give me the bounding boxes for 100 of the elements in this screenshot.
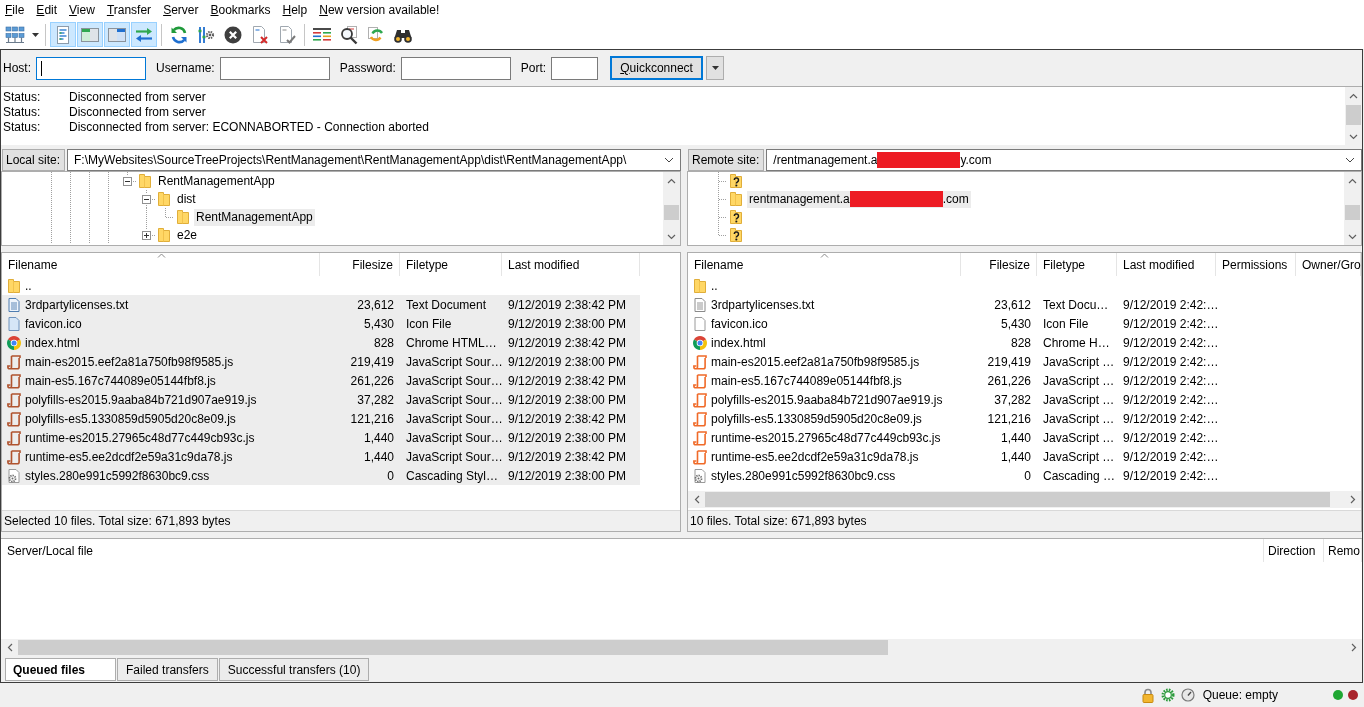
scroll-up-icon <box>1349 92 1358 99</box>
menu-item[interactable]: Help <box>277 0 315 20</box>
field-label: Password: <box>339 61 396 75</box>
column-header[interactable]: Last modified <box>1117 253 1216 276</box>
tab[interactable]: Successful transfers (10) <box>218 658 370 681</box>
dropdown-button[interactable] <box>706 56 725 80</box>
file-row[interactable]: polyfills-es5.1330859d5905d20c8e09.js 121,216 JavaScript … 9/12/2019 2:42:… <box>688 409 1361 428</box>
pane-status-text: Selected 10 files. Total size: 671,893 bytes <box>2 510 680 531</box>
modified-date: 9/12/2019 2:42:… <box>1123 335 1219 350</box>
menu-item[interactable]: Server <box>158 0 206 20</box>
file-row[interactable]: favicon.ico 5,430 Icon File 9/12/2019 2:42:… <box>688 314 1361 333</box>
tree-item[interactable]: RentManagementApp <box>194 208 315 226</box>
file-row[interactable]: polyfills-es2015.9aaba84b721d907ae919.js 37,282 JavaScript … 9/12/2019 2:42:… <box>688 390 1361 409</box>
column-header[interactable]: Filetype <box>1037 253 1117 276</box>
vertical-scrollbar[interactable] <box>663 172 680 245</box>
modified-date: 9/12/2019 2:42:… <box>1123 373 1219 388</box>
input-field[interactable] <box>219 56 330 80</box>
file-row[interactable]: main-es5.167c744089e05144fbf8.js 261,226 JavaScript Sour… 9/12/2019 2:38:42 PM <box>2 371 640 390</box>
quickconnect-button[interactable]: Quickconnect <box>610 56 704 80</box>
horizontal-scrollbar[interactable] <box>1 639 1362 656</box>
modified-date: 9/12/2019 2:42:… <box>1123 449 1219 464</box>
tab[interactable]: Failed transfers <box>117 658 218 681</box>
tree-item[interactable]: e2e <box>175 226 200 244</box>
menu-item[interactable]: Transfer <box>101 0 159 20</box>
scrollbar-thumb[interactable] <box>705 492 1330 507</box>
pane-status-text: 10 files. Total size: 671,893 bytes <box>688 510 1361 531</box>
column-header[interactable]: Server/Local file <box>1 539 1264 562</box>
input-field[interactable] <box>551 56 599 80</box>
file-row[interactable]: runtime-es5.ee2dcdf2e59a31c9da78.js 1,440 JavaScript Sour… 9/12/2019 2:38:42 PM <box>2 447 640 466</box>
file-name: .. <box>711 278 718 293</box>
column-header[interactable]: Remo <box>1324 539 1362 562</box>
collapse-icon[interactable] <box>142 195 151 204</box>
scroll-down-icon <box>667 233 676 240</box>
file-row[interactable]: polyfills-es5.1330859d5905d20c8e09.js 121,216 JavaScript Sour… 9/12/2019 2:38:42 PM <box>2 409 640 428</box>
folder-icon <box>156 227 172 243</box>
folder-icon <box>6 277 22 294</box>
file-row[interactable]: polyfills-es2015.9aaba84b721d907ae919.js 37,282 JavaScript Sour… 9/12/2019 2:38:00 PM <box>2 390 640 409</box>
horizontal-scrollbar[interactable] <box>688 491 1361 508</box>
path-combobox[interactable]: F:\MyWebsites\SourceTreeProjects\RentManagement\RentManagementApp\dist\RentManagementApp\ <box>67 149 681 171</box>
file-row[interactable]: main-es5.167c744089e05144fbf8.js 261,226 JavaScript … 9/12/2019 2:42:… <box>688 371 1361 390</box>
file-row[interactable]: styles.280e991c5992f8630bc9.css 0 Cascading … 9/12/2019 2:42:… <box>688 466 1361 485</box>
file-row[interactable]: .. <box>688 276 1361 295</box>
text-cursor-icon <box>41 60 42 76</box>
column-header[interactable]: Last modified <box>502 253 640 276</box>
file-row[interactable]: 3rdpartylicenses.txt 23,612 Text Document 9/12/2019 2:38:42 PM <box>2 295 640 314</box>
input-field[interactable] <box>36 56 146 80</box>
file-row[interactable]: main-es2015.eef2a81a750fb98f9585.js 219,419 JavaScript Sour… 9/12/2019 2:38:00 PM <box>2 352 640 371</box>
file-row[interactable]: index.html 828 Chrome H… 9/12/2019 2:42:… <box>688 333 1361 352</box>
menu-item[interactable]: View <box>64 0 102 20</box>
input-field[interactable] <box>400 56 511 80</box>
file-type: Icon File <box>406 316 452 331</box>
column-header[interactable]: Direction <box>1264 539 1324 562</box>
file-row[interactable]: runtime-es5.ee2dcdf2e59a31c9da78.js 1,440 JavaScript … 9/12/2019 2:42:… <box>688 447 1361 466</box>
file-row[interactable]: styles.280e991c5992f8630bc9.css 0 Cascading Styl… 9/12/2019 2:38:00 PM <box>2 466 640 485</box>
column-header[interactable]: Filesize <box>961 253 1037 276</box>
column-header[interactable]: Filename <box>688 253 961 276</box>
scroll-icon <box>692 429 708 446</box>
path-combobox[interactable]: /rentmanagement.a y.com <box>766 149 1362 171</box>
filter-sliders-icon <box>196 24 216 45</box>
tree-item[interactable]: dist <box>175 190 198 208</box>
field-label: Host: <box>3 61 31 75</box>
menu-item[interactable]: File <box>0 0 32 20</box>
column-header[interactable]: Permissions <box>1216 253 1296 276</box>
file-row[interactable]: favicon.ico 5,430 Icon File 9/12/2019 2:38:00 PM <box>2 314 640 333</box>
expand-icon[interactable] <box>142 231 151 240</box>
menu-item[interactable]: Bookmarks <box>205 0 278 20</box>
menu-item[interactable]: New version available! <box>314 0 447 20</box>
site-label: Remote site: <box>688 149 765 171</box>
scroll-icon <box>692 353 708 370</box>
scroll-right-icon <box>1349 495 1356 504</box>
scroll-icon <box>6 448 22 465</box>
column-header[interactable]: Filename <box>2 253 320 276</box>
menu-item[interactable]: Edit <box>31 0 65 20</box>
collapse-icon[interactable] <box>123 177 132 186</box>
file-name: polyfills-es2015.9aaba84b721d907ae919.js <box>711 392 943 407</box>
file-row[interactable]: main-es2015.eef2a81a750fb98f9585.js 219,419 JavaScript … 9/12/2019 2:42:… <box>688 352 1361 371</box>
file-row[interactable]: .. <box>2 276 640 295</box>
scrollbar-thumb[interactable] <box>664 205 679 220</box>
modified-date: 9/12/2019 2:38:00 PM <box>508 468 627 483</box>
scrollbar-thumb[interactable] <box>1345 205 1360 220</box>
file-name: favicon.ico <box>711 316 768 331</box>
column-header[interactable]: Filesize <box>320 253 400 276</box>
tab[interactable]: Queued files <box>5 658 117 681</box>
tree-item[interactable]: RentManagementApp <box>156 172 277 190</box>
tree-item[interactable]: rentmanagement.a .com <box>747 190 971 208</box>
scrollbar-thumb[interactable] <box>1346 105 1361 125</box>
scrollbar-thumb[interactable] <box>18 640 888 655</box>
file-row[interactable]: index.html 828 Chrome HTML… 9/12/2019 2:38:42 PM <box>2 333 640 352</box>
vertical-scrollbar[interactable] <box>1344 172 1361 245</box>
document-x-icon <box>250 24 270 45</box>
file-row[interactable]: 3rdpartylicenses.txt 23,612 Text Docu… 9/12/2019 2:42:… <box>688 295 1361 314</box>
file-row[interactable]: runtime-es2015.27965c48d77c449cb93c.js 1,440 JavaScript … 9/12/2019 2:42:… <box>688 428 1361 447</box>
file-row[interactable]: runtime-es2015.27965c48d77c449cb93c.js 1,440 JavaScript Sour… 9/12/2019 2:38:00 PM <box>2 428 640 447</box>
file-name: runtime-es2015.27965c48d77c449cb93c.js <box>711 430 941 445</box>
scroll-icon <box>6 429 22 446</box>
column-header[interactable]: Filetype <box>400 253 502 276</box>
column-header[interactable]: Owner/Gro <box>1296 253 1361 276</box>
folder-icon <box>137 173 153 189</box>
scroll-icon <box>6 410 22 427</box>
vertical-scrollbar[interactable] <box>1345 87 1362 145</box>
